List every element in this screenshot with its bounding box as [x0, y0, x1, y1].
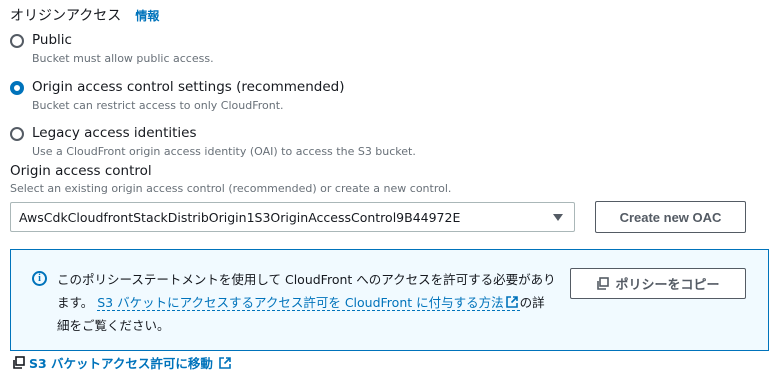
- radio-label-oac: Origin access control settings (recommen…: [32, 79, 345, 95]
- radio-desc-legacy: Use a CloudFront origin access identity …: [32, 145, 416, 158]
- section-title: オリジンアクセス: [10, 8, 122, 24]
- create-new-oac-button[interactable]: Create new OAC: [595, 201, 746, 233]
- radio-option-oac[interactable]: Origin access control settings (recommen…: [10, 78, 344, 113]
- oac-field-description: Select an existing origin access control…: [10, 182, 452, 195]
- radio-button-oac[interactable]: [10, 81, 24, 95]
- oac-field-label: Origin access control: [10, 163, 152, 179]
- external-link-icon: [505, 296, 518, 308]
- info-icon: i: [32, 271, 47, 286]
- caret-down-icon: [553, 214, 563, 221]
- radio-button-legacy[interactable]: [10, 127, 24, 141]
- radio-label-legacy: Legacy access identities: [32, 125, 197, 141]
- copy-policy-button[interactable]: ポリシーをコピー: [570, 268, 746, 299]
- radio-desc-public: Bucket must allow public access.: [32, 52, 214, 65]
- radio-label-public: Public: [32, 32, 72, 48]
- external-link-icon: [219, 356, 231, 369]
- copy-policy-label: ポリシーをコピー: [615, 277, 720, 292]
- oac-select[interactable]: AwsCdkCloudfrontStackDistribOrigin1S3Ori…: [10, 202, 575, 232]
- copy-icon: [597, 277, 610, 290]
- origin-access-header: オリジンアクセス 情報: [10, 5, 159, 25]
- radio-button-public[interactable]: [10, 34, 24, 48]
- radio-desc-oac: Bucket can restrict access to only Cloud…: [32, 99, 284, 112]
- radio-option-public[interactable]: Public Bucket must allow public access.: [10, 31, 214, 66]
- info-alert: i このポリシーステートメントを使用して CloudFront へのアクセスを許…: [10, 249, 769, 351]
- oac-select-value: AwsCdkCloudfrontStackDistribOrigin1S3Ori…: [19, 209, 461, 225]
- copy-icon: [13, 356, 25, 369]
- s3-bucket-permissions-link-text: S3 バケットアクセス許可に移動: [29, 356, 213, 371]
- info-link[interactable]: 情報: [135, 7, 159, 24]
- alert-message: このポリシーステートメントを使用して CloudFront へのアクセスを許可す…: [57, 268, 557, 337]
- oac-permissions-doc-link-text: S3 バケットにアクセスするアクセス許可を CloudFront に付与する方法: [97, 295, 504, 310]
- radio-option-legacy[interactable]: Legacy access identities Use a CloudFron…: [10, 124, 416, 159]
- s3-bucket-permissions-link[interactable]: S3 バケットアクセス許可に移動: [12, 353, 233, 372]
- oac-permissions-doc-link[interactable]: S3 バケットにアクセスするアクセス許可を CloudFront に付与する方法: [97, 295, 520, 311]
